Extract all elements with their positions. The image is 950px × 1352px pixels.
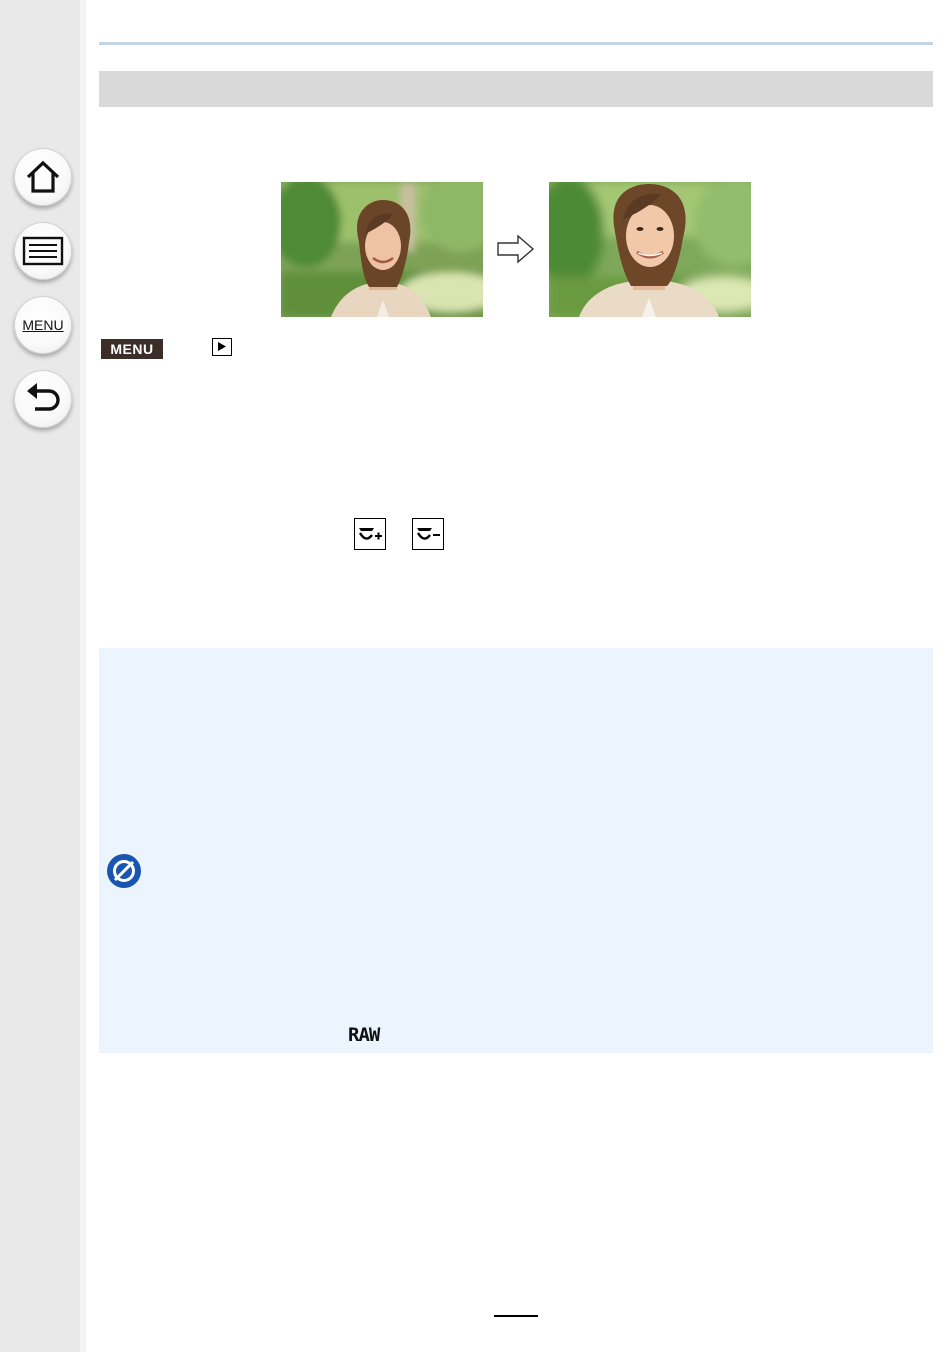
page-number-rule — [494, 1315, 538, 1317]
menu-button[interactable]: MENU — [14, 296, 72, 354]
header-rule — [99, 42, 933, 45]
beauty-retouch-minus-icon — [412, 518, 444, 550]
photo-after — [549, 182, 751, 317]
not-available-icon — [107, 854, 141, 888]
beauty-retouch-plus-icon — [354, 518, 386, 550]
contents-button[interactable] — [14, 222, 72, 280]
back-button[interactable] — [14, 370, 72, 428]
playback-icon — [212, 338, 232, 356]
back-arrow-icon — [27, 383, 60, 411]
sidebar: MENU — [0, 0, 86, 1352]
photo-before — [281, 182, 483, 317]
menu-text-icon: MENU — [22, 317, 64, 333]
section-title-bar — [99, 71, 933, 107]
list-icon — [22, 236, 64, 266]
home-button[interactable] — [14, 148, 72, 206]
raw-label: RAW — [348, 1024, 380, 1046]
menu-badge: MENU — [101, 339, 163, 359]
note-box — [99, 648, 933, 1053]
arrow-right-icon — [497, 234, 535, 264]
home-icon — [26, 160, 60, 193]
